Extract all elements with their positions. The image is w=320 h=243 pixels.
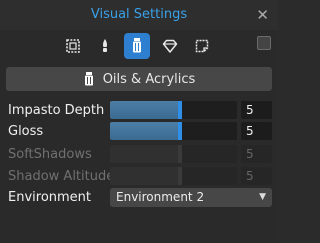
paint-tube-icon [133,38,141,53]
shadow-altitude-value-field: 5 [241,167,272,185]
environment-row: Environment Environment 2 ▼ [0,187,278,209]
brush-icon [103,39,107,52]
shadow-altitude-label: Shadow Altitude [8,169,115,184]
impasto-depth-value-field[interactable]: 5 [241,101,272,119]
title-bar[interactable]: Visual Settings ✕ [0,0,278,30]
environment-dropdown[interactable]: Environment 2 ▼ [110,188,272,207]
gloss-value-field[interactable]: 5 [241,122,272,140]
impasto-depth-slider[interactable] [110,101,237,119]
window-title: Visual Settings [90,7,188,22]
slider-fill [110,122,180,140]
brush-tool-button[interactable] [92,33,118,59]
gem-icon [162,39,178,53]
gloss-slider[interactable] [110,122,237,140]
shadow-altitude-row: Shadow Altitude 5 [0,166,278,188]
impasto-depth-row: Impasto Depth 5 [0,100,278,122]
soft-shadows-row: SoftShadows 5 [0,144,278,166]
slider-thumb [178,167,182,185]
soft-shadows-slider [110,145,237,163]
paint-tube-icon [84,72,93,86]
oil-paint-tool-button[interactable] [124,33,150,59]
panel-toggle-checkbox[interactable] [257,36,271,50]
shadow-altitude-slider [110,167,237,185]
frame-tool-button[interactable] [60,33,86,59]
frame-icon [66,39,80,53]
gloss-row: Gloss 5 [0,121,278,143]
chevron-down-icon: ▼ [259,192,266,202]
impasto-depth-label: Impasto Depth [8,103,105,118]
slider-thumb[interactable] [178,101,182,119]
category-toolbar [0,30,278,64]
visual-settings-panel: Visual Settings ✕ Oils & Acrylics Impast… [0,0,278,243]
environment-selected-value: Environment 2 [116,190,205,204]
canvas-icon [195,39,209,53]
close-icon[interactable]: ✕ [256,6,269,24]
slider-fill [110,101,180,119]
soft-shadows-value-field: 5 [241,145,272,163]
preset-label: Oils & Acrylics [102,71,196,87]
slider-fill [110,167,180,185]
slider-thumb [178,145,182,163]
slider-fill [110,145,180,163]
environment-label: Environment [8,190,92,205]
canvas-tool-button[interactable] [189,33,215,59]
gloss-label: Gloss [8,124,44,139]
gem-tool-button[interactable] [157,33,183,59]
soft-shadows-label: SoftShadows [8,147,92,162]
preset-button[interactable]: Oils & Acrylics [6,67,272,91]
slider-thumb[interactable] [178,122,182,140]
